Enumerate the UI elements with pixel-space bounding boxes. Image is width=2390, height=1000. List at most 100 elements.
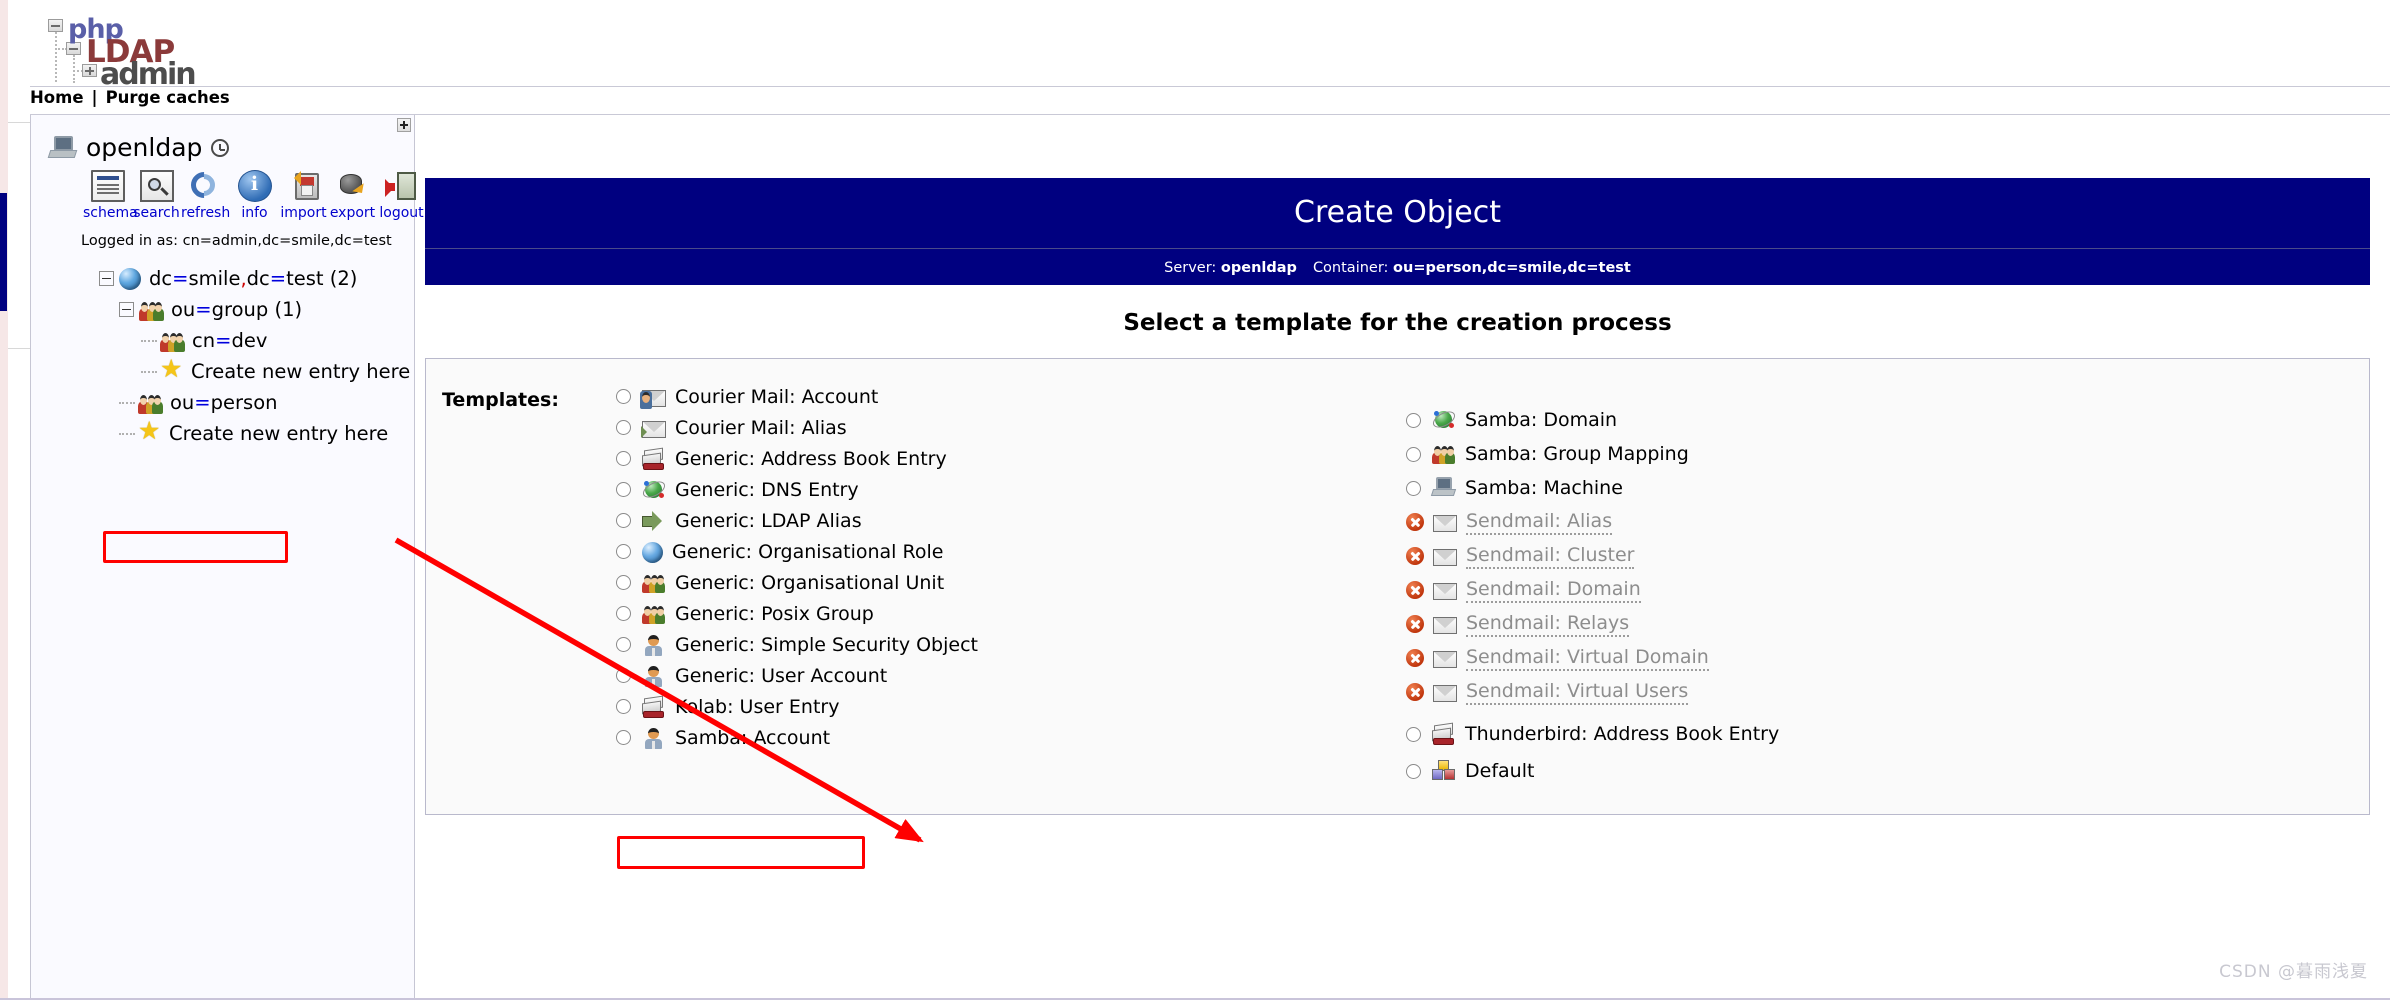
top-navigation: Home | Purge caches <box>30 88 230 114</box>
computer-icon <box>47 135 78 160</box>
template-label: Sendmail: Cluster <box>1466 544 1635 569</box>
schema-document-icon <box>90 170 125 202</box>
radio-button[interactable] <box>1406 446 1421 462</box>
page-header-banner: Create Object Server: openldap Container:… <box>425 178 2370 285</box>
tree-item-ou-group[interactable]: ou=group (1) <box>31 294 416 325</box>
template-option-generic-simple-security-object[interactable]: Generic: Simple Security Object <box>616 629 1406 660</box>
radio-button[interactable] <box>616 730 631 745</box>
tree-item-create-new-entry[interactable]: Create new entry here <box>31 416 416 449</box>
template-option-default[interactable]: Default <box>1406 754 2196 788</box>
templates-label: Templates: <box>442 389 559 411</box>
nav-link-purge-caches[interactable]: Purge caches <box>106 88 230 107</box>
tool-import[interactable]: import <box>279 170 328 221</box>
radio-button[interactable] <box>616 544 631 559</box>
tool-schema-label: schema <box>83 205 138 221</box>
template-label: Generic: User Account <box>675 664 888 687</box>
template-label: Generic: LDAP Alias <box>675 509 862 532</box>
tree-item-create-new-entry-nested[interactable]: Create new entry here <box>31 354 416 387</box>
radio-button[interactable] <box>616 637 631 652</box>
template-option-thunderbird-address-book-entry[interactable]: Thunderbird: Address Book Entry <box>1406 717 2196 751</box>
sidebar-expand-button[interactable] <box>397 118 411 132</box>
section-heading: Select a template for the creation proce… <box>1123 310 1672 336</box>
radio-button[interactable] <box>616 606 631 621</box>
templates-column-right: Samba: Domain Samba: Group Mapping Samba… <box>1406 381 2196 788</box>
tool-info[interactable]: info <box>230 170 279 221</box>
disabled-x-icon <box>1406 513 1424 531</box>
template-label: Generic: Organisational Unit <box>675 571 945 594</box>
template-option-generic-organisational-unit[interactable]: Generic: Organisational Unit <box>616 567 1406 598</box>
radio-button[interactable] <box>1406 763 1421 779</box>
radio-button[interactable] <box>616 451 631 466</box>
nav-separator: | <box>91 88 98 107</box>
tree-collapse-toggle[interactable] <box>119 302 134 317</box>
template-label: Default <box>1465 760 1535 782</box>
tree-item-cn-dev[interactable]: cn=dev <box>31 325 416 356</box>
nav-link-home[interactable]: Home <box>30 88 84 107</box>
tree-guide-line <box>141 370 157 373</box>
logo-node-minus-icon <box>48 19 63 32</box>
radio-button[interactable] <box>616 389 631 404</box>
person-icon <box>642 634 666 656</box>
server-name-label[interactable]: openldap <box>86 133 202 162</box>
tree-guide-line <box>141 339 157 342</box>
template-option-samba-machine[interactable]: Samba: Machine <box>1406 471 2196 505</box>
template-option-samba-account[interactable]: Samba: Account <box>616 722 1406 753</box>
annotation-box-generic-user-account <box>617 836 865 869</box>
template-label: Generic: Organisational Role <box>672 540 944 563</box>
template-option-generic-dns-entry[interactable]: Generic: DNS Entry <box>616 474 1406 505</box>
template-option-generic-posix-group[interactable]: Generic: Posix Group <box>616 598 1406 629</box>
logout-door-icon <box>384 170 419 202</box>
ldap-tree: dc=smile,dc=test (2) ou=group (1) cn=dev… <box>31 263 416 449</box>
tool-schema[interactable]: schema <box>83 170 138 221</box>
radio-button[interactable] <box>616 699 631 714</box>
template-label: Samba: Domain <box>1465 409 1618 431</box>
gutter-tick <box>8 348 30 349</box>
tool-export[interactable]: export <box>328 170 377 221</box>
template-label: Thunderbird: Address Book Entry <box>1465 723 1780 745</box>
tree-item-dc-smile-dc-test[interactable]: dc=smile,dc=test (2) <box>31 263 416 294</box>
radio-button[interactable] <box>616 513 631 528</box>
template-option-courier-mail-alias[interactable]: Courier Mail: Alias <box>616 412 1406 443</box>
template-label: Generic: DNS Entry <box>675 478 859 501</box>
users-icon <box>642 603 666 625</box>
search-magnifier-icon <box>139 170 174 202</box>
globe-icon <box>642 541 663 563</box>
template-option-kolab-user-entry[interactable]: Kolab: User Entry <box>616 691 1406 722</box>
radio-button[interactable] <box>1406 412 1421 428</box>
radio-button[interactable] <box>1406 480 1421 496</box>
ldap-tree-sidebar: openldap schema search refresh info <box>30 115 424 1000</box>
tool-refresh[interactable]: refresh <box>181 166 230 221</box>
template-option-generic-address-book-entry[interactable]: Generic: Address Book Entry <box>616 443 1406 474</box>
tree-item-ou-person[interactable]: ou=person <box>31 387 416 418</box>
users-icon <box>160 330 185 352</box>
radio-button[interactable] <box>616 575 631 590</box>
csdn-watermark: CSDN @暮雨浅夏 <box>2219 962 2368 982</box>
radio-button[interactable] <box>1406 726 1421 742</box>
envelope-arrow-icon <box>641 420 666 438</box>
users-icon <box>138 392 163 414</box>
radio-button[interactable] <box>616 482 631 497</box>
disabled-x-icon <box>1406 547 1424 565</box>
tool-import-label: import <box>280 205 327 221</box>
template-option-courier-mail-account[interactable]: Courier Mail: Account <box>616 381 1406 412</box>
template-option-generic-ldap-alias[interactable]: Generic: LDAP Alias <box>616 505 1406 536</box>
phpldapadmin-logo: php LDAP admin <box>38 14 218 92</box>
envelope-icon <box>1433 583 1457 600</box>
tree-collapse-toggle[interactable] <box>99 271 114 286</box>
template-label: Samba: Machine <box>1465 477 1623 499</box>
tool-info-label: info <box>241 205 268 221</box>
template-option-samba-group-mapping[interactable]: Samba: Group Mapping <box>1406 437 2196 471</box>
logo-connector <box>73 55 75 83</box>
tree-guide-line <box>119 401 135 404</box>
template-option-generic-organisational-role[interactable]: Generic: Organisational Role <box>616 536 1406 567</box>
template-option-generic-user-account[interactable]: Generic: User Account <box>616 660 1406 691</box>
clock-icon <box>211 138 230 157</box>
tool-logout[interactable]: logout <box>377 170 426 221</box>
tool-search[interactable]: search <box>132 170 181 221</box>
template-option-samba-domain[interactable]: Samba: Domain <box>1406 403 2196 437</box>
radio-button[interactable] <box>616 420 631 435</box>
radio-button[interactable] <box>616 668 631 683</box>
app-window: php LDAP admin Home | Purge caches openlda… <box>0 0 2390 1000</box>
tree-item-label: Create new entry here <box>191 360 411 383</box>
envelope-icon <box>1433 515 1457 532</box>
